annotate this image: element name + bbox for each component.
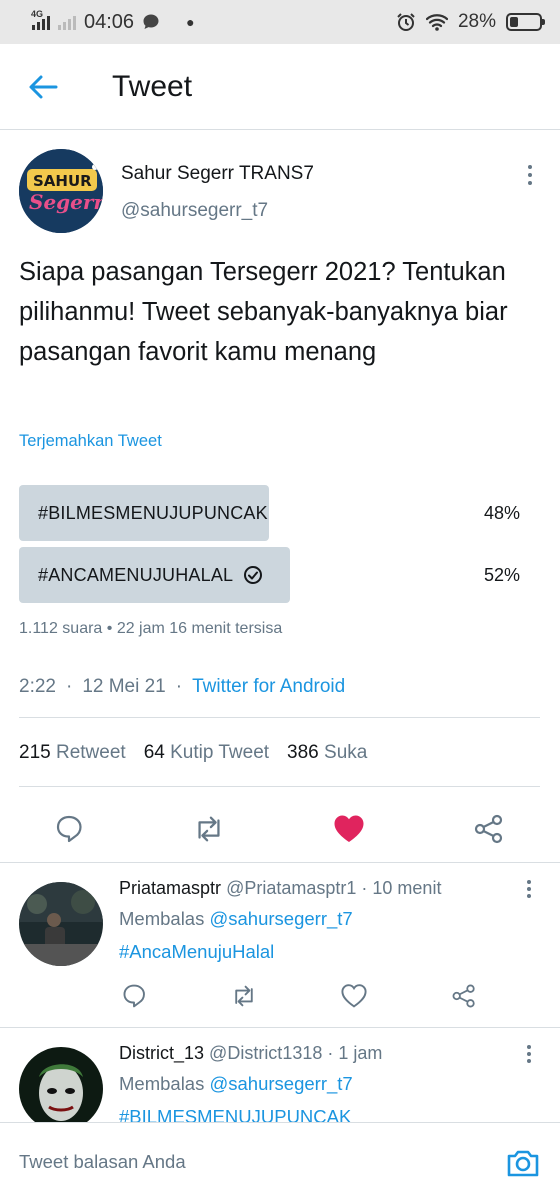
reply-text[interactable]: #BILMESMENUJUPUNCAK xyxy=(119,1106,351,1122)
reply-author-name[interactable]: District_13 xyxy=(119,1043,204,1063)
reply-icon xyxy=(56,815,82,843)
reply-header: District_13 @District1318 · 1 jam xyxy=(119,1043,382,1064)
author-name[interactable]: Sahur Segerr TRANS7 xyxy=(121,163,314,185)
camera-button[interactable] xyxy=(505,1145,541,1181)
poll-meta: 1.112 suara • 22 jam 16 menit tersisa xyxy=(19,620,283,637)
author-avatar[interactable]: SAHUR Segerr xyxy=(19,149,103,233)
more-options-icon[interactable] xyxy=(527,1045,531,1063)
tweet-source-link[interactable]: Twitter for Android xyxy=(192,676,345,698)
share-button[interactable] xyxy=(472,812,506,846)
reply-input[interactable]: Tweet balasan Anda xyxy=(19,1151,186,1173)
reply-avatar[interactable] xyxy=(19,882,103,966)
camera-icon xyxy=(507,1150,539,1177)
reply-text[interactable]: #AncaMenujuHalal xyxy=(119,941,274,963)
retweet-button[interactable] xyxy=(230,982,258,1010)
notification-dot-icon: ● xyxy=(186,14,195,30)
poll-option-text: #BILMESMENUJUPUNCAK xyxy=(38,502,268,523)
tweet-time: 2:22 xyxy=(19,676,56,697)
replying-prefix: Membalas xyxy=(119,908,205,929)
replying-to-mention[interactable]: @sahursegerr_t7 xyxy=(209,1073,352,1094)
reply-author-handle[interactable]: @District1318 xyxy=(209,1043,322,1063)
sahur-segerr-logo: SAHUR Segerr xyxy=(19,149,103,233)
like-button[interactable] xyxy=(332,812,366,846)
retweet-stat[interactable]: 215 Retweet xyxy=(19,742,134,764)
poll-option-2: #ANCAMENUJUHALAL 52% xyxy=(19,547,540,603)
heart-outline-icon xyxy=(341,984,367,1008)
top-app-bar: Tweet xyxy=(0,44,560,130)
quote-label: Kutip Tweet xyxy=(170,742,270,763)
reply-header: Priatamasptr @Priatamasptr1 · 10 menit xyxy=(119,878,441,899)
separator: · xyxy=(65,676,73,697)
retweet-icon xyxy=(235,985,253,1007)
arrow-left-icon xyxy=(29,75,58,98)
like-button[interactable] xyxy=(340,982,368,1010)
tweet-date: 12 Mei 21 xyxy=(82,676,166,697)
more-options-icon[interactable] xyxy=(527,880,531,898)
more-options-icon[interactable] xyxy=(528,165,534,185)
battery-percent: 28% xyxy=(457,11,496,32)
divider xyxy=(19,717,540,718)
share-icon xyxy=(474,814,503,844)
chat-bubble-icon xyxy=(143,14,159,29)
avatar-photo xyxy=(19,882,103,966)
network-type: 4G xyxy=(31,9,44,19)
poll-option-percent: 52% xyxy=(483,564,520,585)
quote-count: 64 xyxy=(143,742,165,763)
back-button[interactable] xyxy=(0,44,86,130)
replying-to: Membalas @sahursegerr_t7 xyxy=(119,908,353,930)
divider xyxy=(19,786,540,787)
battery-icon xyxy=(506,13,545,31)
poll-option-label: #BILMESMENUJUPUNCAK xyxy=(38,503,268,524)
translate-link[interactable]: Terjemahkan Tweet xyxy=(19,432,162,451)
status-right: 28% xyxy=(396,11,545,33)
heart-filled-icon xyxy=(334,815,364,842)
reply-avatar[interactable] xyxy=(19,1047,103,1122)
like-count: 386 xyxy=(287,742,319,763)
clock: 04:06 xyxy=(84,10,135,33)
replying-prefix: Membalas xyxy=(119,1073,205,1094)
share-button[interactable] xyxy=(450,982,478,1010)
tweet-stats: 215 Retweet 64 Kutip Tweet 386 Suka xyxy=(19,742,367,764)
wifi-icon xyxy=(425,14,448,31)
separator: · xyxy=(327,1043,339,1063)
status-bar: 4G 04:06 ● 28% xyxy=(0,0,560,44)
share-icon xyxy=(452,984,475,1008)
poll-option-1: #BILMESMENUJUPUNCAK 48% xyxy=(19,485,540,541)
retweet-count: 215 xyxy=(19,742,51,763)
page-title: Tweet xyxy=(112,69,193,103)
retweet-label: Retweet xyxy=(55,742,126,763)
separator: · xyxy=(361,878,373,898)
avatar-photo xyxy=(19,1047,103,1122)
reply-button[interactable] xyxy=(52,812,86,846)
tweet-timestamp: 2:22 · 12 Mei 21 · Twitter for Android xyxy=(19,676,345,698)
like-stat[interactable]: 386 Suka xyxy=(287,742,367,764)
poll-option-label: #ANCAMENUJUHALAL xyxy=(38,565,263,586)
svg-text:Segerr: Segerr xyxy=(29,190,103,214)
reply-icon xyxy=(123,984,145,1008)
retweet-icon xyxy=(198,816,220,842)
replying-to-mention[interactable]: @sahursegerr_t7 xyxy=(209,908,352,929)
poll-option-text: #ANCAMENUJUHALAL xyxy=(38,564,234,585)
poll-option-percent: 48% xyxy=(483,502,520,523)
separator: · xyxy=(175,676,183,697)
reply-composer[interactable]: Tweet balasan Anda xyxy=(0,1122,560,1200)
quote-stat[interactable]: 64 Kutip Tweet xyxy=(144,742,277,764)
tweet-actions xyxy=(0,795,560,863)
reply-time: 1 jam xyxy=(338,1043,383,1063)
check-circle-icon xyxy=(244,566,263,584)
reply-button[interactable] xyxy=(120,982,148,1010)
reply-tweet[interactable]: Priatamasptr @Priatamasptr1 · 10 menit M… xyxy=(0,862,560,1027)
retweet-button[interactable] xyxy=(192,812,226,846)
alarm-icon xyxy=(397,13,415,31)
tweet-text: Siapa pasangan Tersegerr 2021? Tentukan … xyxy=(19,258,508,366)
svg-text:SAHUR: SAHUR xyxy=(33,172,92,190)
like-label: Suka xyxy=(324,742,368,763)
reply-time: 10 menit xyxy=(372,878,442,898)
reply-author-name[interactable]: Priatamasptr xyxy=(119,878,221,898)
reply-author-handle[interactable]: @Priatamasptr1 xyxy=(226,878,356,898)
replying-to: Membalas @sahursegerr_t7 xyxy=(119,1073,353,1095)
author-handle[interactable]: @sahursegerr_t7 xyxy=(121,200,268,222)
status-left: 4G 04:06 ● xyxy=(18,9,195,34)
reply-tweet[interactable]: District_13 @District1318 · 1 jam Membal… xyxy=(0,1027,560,1122)
